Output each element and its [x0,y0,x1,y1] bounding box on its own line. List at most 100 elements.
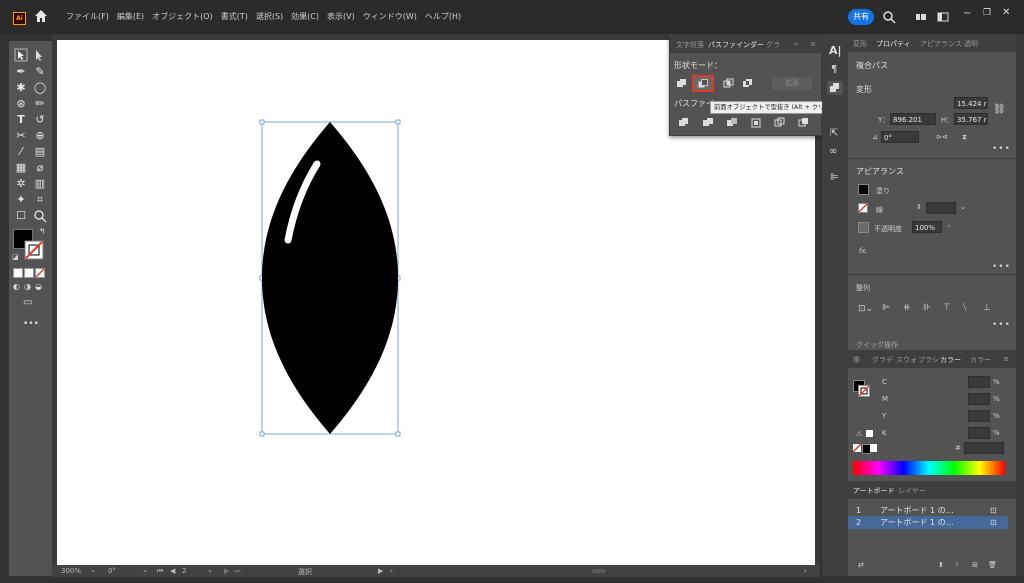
tab-paragraph[interactable]: 段落 [690,40,704,50]
minimize-button[interactable]: − [963,8,971,19]
last-artboard-icon[interactable]: ⏭ [234,567,240,576]
opacity-arrow-icon[interactable]: › [948,222,951,230]
rotation-value[interactable]: 0° [108,567,116,575]
default-colors-icon[interactable]: ◪ [12,253,19,261]
tab-swatches[interactable]: スウォ [896,355,917,365]
scissors-tool-icon[interactable]: ✂ [14,129,28,143]
tab-transform[interactable]: 変形 [853,39,867,49]
draw-inside-icon[interactable]: ◒ [35,282,42,291]
appearance-more-icon[interactable]: ••• [992,262,1011,272]
align-panel-icon[interactable]: ⊫ [830,172,839,183]
artboard-row-selected[interactable]: 2 アートボード 1 の… ⊡ [848,516,1008,529]
align-to-dropdown-icon[interactable]: ⊡⌄ [858,304,873,314]
angle-field[interactable]: 0° [881,131,919,143]
shaper-tool-icon[interactable]: ⊛ [14,97,28,111]
type-tool-icon[interactable]: T [14,113,28,127]
status-arrow-icon[interactable]: ▶ [378,567,383,575]
white-swatch[interactable] [866,430,873,437]
leaf-compound-path[interactable] [257,116,407,438]
align-middle-icon[interactable]: ⧹ [963,303,966,313]
merge-icon[interactable] [726,117,738,129]
shape-builder-tool-icon[interactable]: ⊕ [33,129,47,143]
divide-icon[interactable] [678,117,690,129]
pathfinder-panel-icon[interactable] [827,81,843,95]
flip-vertical-icon[interactable]: ⧗ [962,133,967,142]
hex-field[interactable] [964,442,1004,454]
align-center-icon[interactable]: ⧺ [903,303,911,313]
ellipse-tool-icon[interactable]: ◯ [33,81,47,95]
menu-type[interactable]: 書式(T) [221,11,248,22]
status-scroll-right-icon[interactable]: › [804,567,807,575]
exclude-icon[interactable] [742,78,754,90]
color-mode-icon[interactable] [13,268,23,278]
h-field[interactable]: 35.767 r [954,113,988,125]
workspace-grid-icon[interactable] [914,10,928,24]
tab-properties[interactable]: プロパティ [876,39,911,49]
w-field[interactable]: 15.424 r [954,97,988,109]
tab-brushes[interactable]: ブラシ [918,355,939,365]
export-panel-icon[interactable]: ⇱ [830,128,838,139]
stroke-weight-stepper-icon[interactable]: ⇕ [916,203,922,211]
zoom-dropdown-icon[interactable]: ⌄ [90,566,96,574]
menu-edit[interactable]: 編集(E) [117,11,144,22]
arrange-documents-icon[interactable] [936,10,950,24]
hand-tool-icon[interactable]: ☐ [14,209,28,223]
expand-button[interactable]: 拡張 [772,77,812,90]
intersect-icon[interactable] [723,78,735,90]
none-color-swatch[interactable] [853,444,861,452]
menu-select[interactable]: 選択(S) [256,11,283,22]
panel-collapse-icon[interactable]: » [794,40,798,48]
y-field[interactable]: 896.201 [890,113,936,125]
color-panel-menu-icon[interactable]: ≡ [1003,355,1009,363]
none-mode-icon[interactable] [35,268,45,278]
tab-artboards[interactable]: アートボード [853,486,895,496]
color-spectrum[interactable] [853,461,1005,475]
tab-character[interactable]: 文字 [676,40,690,50]
zoom-tool-icon[interactable] [33,209,47,223]
tab-layers[interactable]: レイヤー [898,486,926,496]
draw-normal-icon[interactable]: ◐ [13,282,20,291]
tab-color-guide[interactable]: カラー [970,355,991,365]
trim-icon[interactable] [702,117,714,129]
move-up-icon[interactable]: ⬆ [938,561,944,569]
artboard-tool-icon[interactable]: ⌗ [33,193,47,207]
menu-help[interactable]: ヘルプ(H) [425,11,461,22]
channel-field-y[interactable] [968,410,990,422]
channel-field-c[interactable] [968,376,990,388]
artboard-options-icon[interactable]: ⊡ [990,516,997,529]
gradient-mode-icon[interactable] [24,268,34,278]
next-artboard-icon[interactable]: ▶ [224,567,229,575]
graph-tool-icon[interactable]: ▥ [33,177,47,191]
tab-gradient-panel[interactable]: グラデ [872,355,893,365]
panel-menu-icon[interactable]: ≡ [810,40,816,48]
align-top-icon[interactable]: ⊤ [943,303,951,313]
brush-tool-icon[interactable]: ✱ [14,81,28,95]
zoom-level[interactable]: 300% [61,567,81,575]
rearrange-artboards-icon[interactable]: ⇄ [858,561,864,569]
align-right-icon[interactable]: ⊪ [923,303,931,313]
home-icon[interactable] [34,9,48,23]
opacity-label[interactable]: 不透明度 [874,224,902,234]
fill-color-swatch[interactable] [858,184,869,195]
gradient-tool-icon[interactable]: ▤ [33,145,47,159]
links-panel-icon[interactable]: ∞ [829,146,837,157]
align-left-icon[interactable]: ⊫ [882,303,890,313]
align-more-icon[interactable]: ••• [992,320,1011,330]
prev-artboard-icon[interactable]: ◀ [170,567,175,575]
menu-effect[interactable]: 効果(C) [291,11,319,22]
constrain-proportions-icon[interactable]: ⛓ [993,104,1006,115]
menu-view[interactable]: 表示(V) [327,11,355,22]
stroke-swatch[interactable] [24,240,44,260]
direct-selection-tool-icon[interactable] [33,48,47,62]
align-bottom-icon[interactable]: ⊥ [983,303,991,313]
effects-button[interactable]: fx. [859,247,868,255]
channel-field-k[interactable] [968,427,990,439]
stroke-color-swatch[interactable] [858,203,868,213]
tab-color[interactable]: カラー [940,355,961,365]
menu-object[interactable]: オブジェクト(O) [152,11,213,22]
flip-horizontal-icon[interactable]: ⊳⊲ [936,133,948,141]
outline-icon[interactable] [774,117,786,129]
menu-window[interactable]: ウィンドウ(W) [363,11,417,22]
color-stroke-swatch[interactable] [858,385,870,397]
tab-gradient[interactable]: グラ [766,40,780,50]
